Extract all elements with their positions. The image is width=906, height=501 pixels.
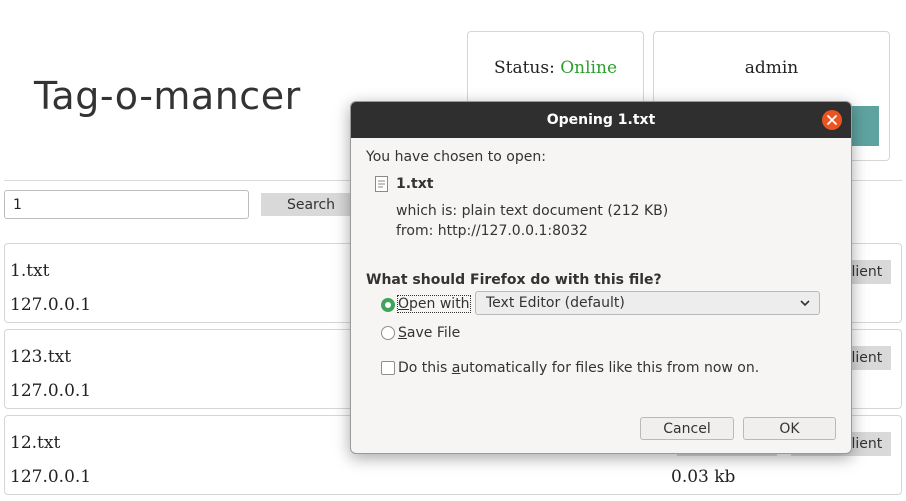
- save-file-radio[interactable]: [381, 326, 395, 340]
- open-with-app: Text Editor (default): [486, 295, 625, 311]
- status-line: Status: Online: [468, 58, 643, 78]
- auto-label[interactable]: Do this automatically for files like thi…: [398, 360, 759, 376]
- which-is-label: which is:: [396, 203, 458, 219]
- file-ip: 127.0.0.1: [10, 381, 92, 401]
- text-file-icon: [375, 176, 388, 196]
- open-with-radio[interactable]: [381, 298, 395, 312]
- dialog-file-name: 1.txt: [396, 176, 434, 192]
- close-icon[interactable]: [822, 110, 842, 130]
- auto-checkbox[interactable]: [381, 361, 395, 375]
- file-name[interactable]: 123.txt: [10, 347, 71, 367]
- ok-button[interactable]: OK: [743, 417, 836, 440]
- search-input[interactable]: [4, 190, 249, 219]
- auto-text-pre: Do this: [398, 360, 452, 376]
- file-type-line: which is: plain text document (212 KB): [396, 203, 668, 219]
- search-button[interactable]: Search: [261, 193, 361, 216]
- chosen-text: You have chosen to open:: [366, 149, 546, 165]
- file-ip: 127.0.0.1: [10, 467, 92, 487]
- file-name[interactable]: 12.txt: [10, 433, 60, 453]
- status-label: Status:: [493, 58, 555, 78]
- app-title: Tag-o-mancer: [34, 74, 301, 118]
- dialog-titlebar[interactable]: Opening 1.txt: [351, 102, 851, 138]
- save-file-text: ave File: [406, 325, 461, 341]
- dialog-title: Opening 1.txt: [546, 112, 656, 128]
- auto-text-post: utomatically for files like this from no…: [460, 360, 760, 376]
- from-value: http://127.0.0.1:8032: [437, 223, 588, 239]
- file-size: 0.03 kb: [671, 467, 736, 487]
- open-with-label[interactable]: Open with: [397, 295, 471, 313]
- file-name[interactable]: 1.txt: [10, 261, 49, 281]
- file-source-line: from: http://127.0.0.1:8032: [396, 223, 588, 239]
- save-file-label[interactable]: Save File: [398, 325, 460, 341]
- status-value: Online: [560, 58, 618, 78]
- save-file-mnemonic: S: [398, 325, 407, 341]
- file-ip: 127.0.0.1: [10, 295, 92, 315]
- open-with-select[interactable]: Text Editor (default): [475, 291, 820, 315]
- username: admin: [744, 58, 799, 78]
- from-label: from:: [396, 223, 434, 239]
- open-with-mnemonic: O: [398, 296, 410, 312]
- cancel-button[interactable]: Cancel: [640, 417, 734, 440]
- open-file-dialog: Opening 1.txt You have chosen to open: 1…: [350, 101, 852, 454]
- chevron-down-icon: [799, 297, 811, 313]
- open-with-text: pen with: [409, 296, 470, 312]
- dialog-question: What should Firefox do with this file?: [366, 272, 662, 288]
- which-is-value: plain text document (212 KB): [461, 203, 669, 219]
